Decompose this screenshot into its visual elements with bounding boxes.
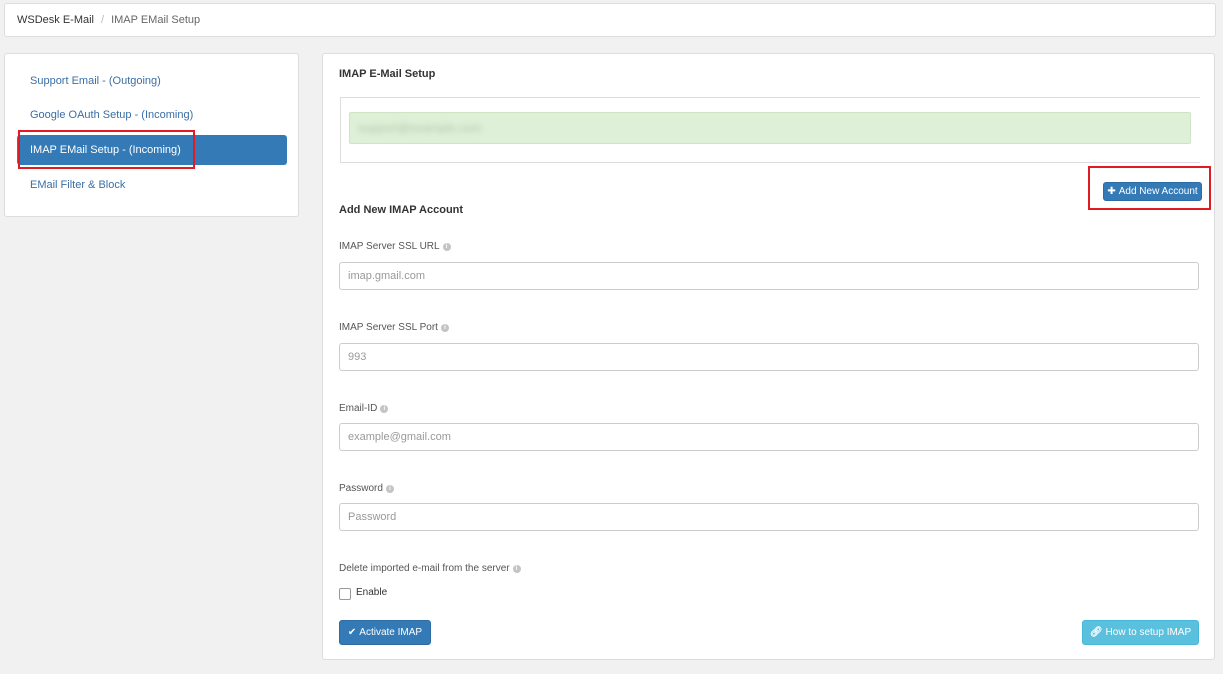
server-url-label-text: IMAP Server SSL URL [339,241,440,252]
account-email-blurred: support@example.com [358,121,482,135]
server-url-label: IMAP Server SSL URL i [339,241,451,252]
breadcrumb-separator: / [101,14,105,26]
enable-checkbox-label[interactable]: Enable [356,587,387,598]
info-icon[interactable]: i [512,564,521,573]
enable-checkbox-row: Enable [339,585,387,600]
email-id-label: Email-ID i [339,403,389,414]
email-id-label-text: Email-ID [339,403,378,414]
activate-imap-label: Activate IMAP [359,627,423,638]
server-port-label: IMAP Server SSL Port i [339,322,449,333]
sidebar-item-email-filter[interactable]: EMail Filter & Block [17,170,287,200]
account-list-panel: support@example.com [340,97,1200,163]
add-new-account-button[interactable]: ✚ Add New Account [1103,182,1202,201]
password-label-text: Password [339,483,383,494]
page-title: IMAP E-Mail Setup [339,68,436,80]
info-icon[interactable]: i [380,404,389,413]
server-url-input[interactable] [339,262,1199,290]
add-new-account-label: Add New Account [1118,186,1198,197]
breadcrumb: WSDesk E-Mail / IMAP EMail Setup [4,3,1216,37]
info-icon[interactable]: i [385,484,394,493]
email-id-input[interactable] [339,423,1199,451]
sidebar-item-support-email[interactable]: Support Email - (Outgoing) [17,66,287,96]
password-input[interactable] [339,503,1199,531]
sidebar-item-imap-setup[interactable]: IMAP EMail Setup - (Incoming) [17,135,287,165]
activate-imap-button[interactable]: ✔ Activate IMAP [339,620,431,645]
how-to-setup-imap-button[interactable]: 🔗︎ How to setup IMAP [1082,620,1199,645]
info-icon[interactable]: i [440,323,449,332]
account-success-alert: support@example.com [349,112,1191,144]
breadcrumb-root[interactable]: WSDesk E-Mail [17,14,94,26]
check-icon: ✔ [347,627,357,638]
server-port-label-text: IMAP Server SSL Port [339,322,438,333]
server-port-input[interactable] [339,343,1199,371]
sidebar: Support Email - (Outgoing) Google OAuth … [4,53,299,217]
how-to-setup-imap-label: How to setup IMAP [1105,627,1192,638]
sidebar-item-label: EMail Filter & Block [30,179,126,191]
section-title: Add New IMAP Account [339,204,464,216]
sidebar-item-label: IMAP EMail Setup - (Incoming) [30,144,181,156]
plus-icon: ✚ [1107,186,1116,197]
breadcrumb-current: IMAP EMail Setup [111,14,201,26]
delete-imported-label-text: Delete imported e-mail from the server [339,563,510,574]
sidebar-item-google-oauth[interactable]: Google OAuth Setup - (Incoming) [17,100,287,130]
enable-checkbox[interactable] [339,588,351,600]
link-icon: 🔗︎ [1089,627,1103,638]
password-label: Password i [339,483,394,494]
sidebar-item-label: Google OAuth Setup - (Incoming) [30,109,194,121]
main-panel: IMAP E-Mail Setup support@example.com ✚ … [322,53,1215,660]
delete-imported-label: Delete imported e-mail from the server i [339,563,521,574]
info-icon[interactable]: i [442,242,451,251]
sidebar-item-label: Support Email - (Outgoing) [30,75,161,87]
